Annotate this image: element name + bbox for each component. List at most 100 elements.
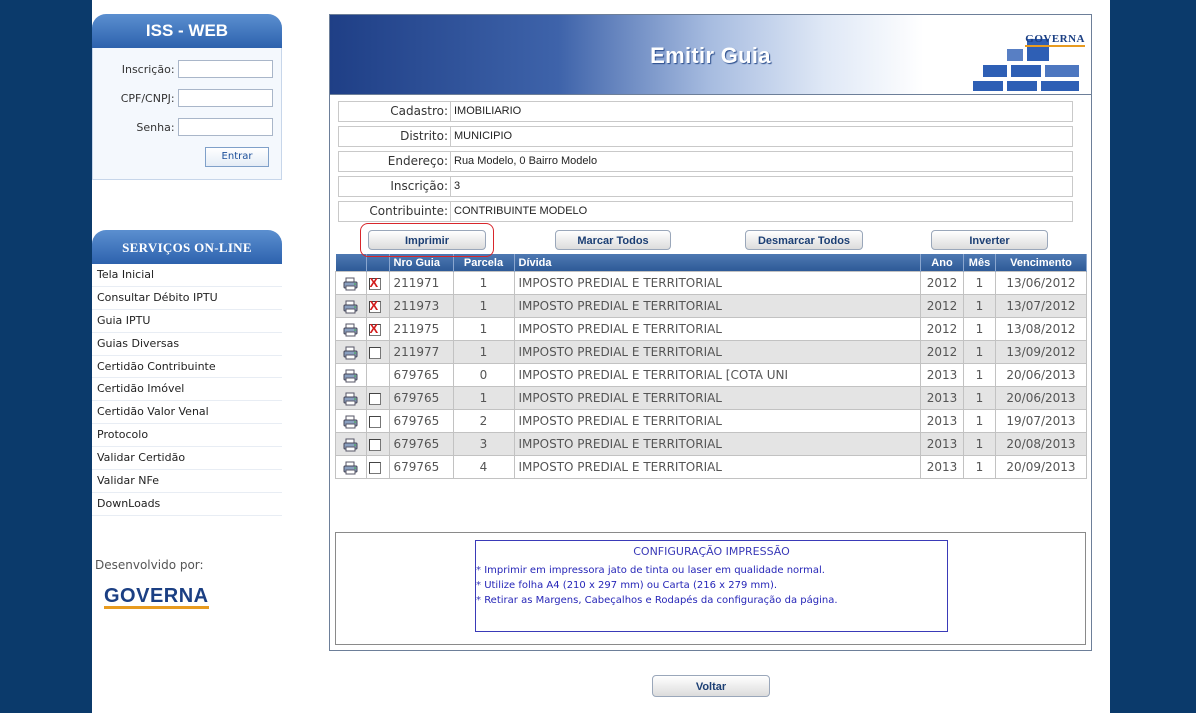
sidebar-item[interactable]: Guia IPTU	[92, 310, 282, 333]
config-title: CONFIGURAÇÃO IMPRESSÃO	[633, 545, 790, 558]
table-row: 679765 3 IMPOSTO PREDIAL E TERRITORIAL 2013…	[335, 432, 1087, 456]
contribuinte-value: CONTRIBUINTE MODELO	[451, 201, 1073, 222]
distrito-label: Distrito:	[338, 126, 451, 147]
col-vencimento: Vencimento	[995, 254, 1087, 272]
governa-logo: GOVERNA	[104, 584, 209, 609]
cadastro-value: IMOBILIARIO	[451, 101, 1073, 122]
config-box: CONFIGURAÇÃO IMPRESSÃO * Imprimir em imp…	[475, 540, 948, 632]
row-checkbox[interactable]	[368, 298, 381, 313]
col-mes: Mês	[963, 254, 996, 272]
row-checkbox[interactable]	[368, 346, 381, 359]
cell-mes: 1	[963, 294, 996, 318]
cell-vencimento: 13/08/2012	[995, 317, 1087, 341]
cell-vencimento: 20/06/2013	[995, 363, 1087, 387]
config-line: * Utilize folha A4 (210 x 297 mm) ou Car…	[476, 580, 778, 591]
cell-divida: IMPOSTO PREDIAL E TERRITORIAL	[513, 455, 921, 479]
print-icon[interactable]	[343, 392, 358, 407]
cell-vencimento: 20/08/2013	[995, 432, 1087, 456]
sidebar-item[interactable]: Tela Inicial	[92, 264, 282, 287]
cell-nro-guia: 211977	[388, 340, 454, 364]
row-checkbox[interactable]	[368, 392, 381, 405]
cadastro-label: Cadastro:	[338, 101, 451, 122]
row-checkbox[interactable]	[368, 415, 381, 428]
row-checkbox[interactable]	[368, 461, 381, 474]
sidebar-item[interactable]: Certidão Contribuinte	[92, 356, 282, 379]
print-icon[interactable]	[343, 369, 358, 384]
cell-vencimento: 13/09/2012	[995, 340, 1087, 364]
entrar-button[interactable]: Entrar	[205, 147, 269, 167]
config-line: * Retirar as Margens, Cabeçalhos e Rodap…	[476, 595, 838, 606]
header-logo: GOVERNA	[1025, 33, 1085, 47]
imprimir-button[interactable]: Imprimir	[368, 230, 486, 250]
cell-parcela: 4	[452, 455, 515, 479]
sidebar-item[interactable]: Protocolo	[92, 424, 282, 448]
cell-ano: 2013	[920, 363, 964, 387]
cell-nro-guia: 211973	[388, 294, 454, 318]
print-icon[interactable]	[343, 277, 358, 292]
print-icon[interactable]	[343, 415, 358, 430]
sidebar-item[interactable]: Certidão Imóvel	[92, 378, 282, 402]
print-icon[interactable]	[343, 461, 358, 476]
cell-vencimento: 20/09/2013	[995, 455, 1087, 479]
row-checkbox[interactable]	[368, 438, 381, 451]
col-divida: Dívida	[514, 254, 921, 272]
cell-vencimento: 13/06/2012	[995, 271, 1087, 295]
cell-nro-guia: 679765	[388, 432, 454, 456]
sidebar-item[interactable]: DownLoads	[92, 493, 282, 516]
developed-by-label: Desenvolvido por:	[95, 557, 204, 572]
main-panel: Emitir Guia GOVERNA Cadastro: IMOBILIARI…	[329, 14, 1092, 651]
cell-divida: IMPOSTO PREDIAL E TERRITORIAL	[513, 340, 921, 364]
cell-ano: 2012	[920, 271, 964, 295]
table-row: 679765 2 IMPOSTO PREDIAL E TERRITORIAL 2013…	[335, 409, 1087, 433]
desmarcar-todos-button[interactable]: Desmarcar Todos	[745, 230, 863, 250]
cell-divida: IMPOSTO PREDIAL E TERRITORIAL	[513, 271, 921, 295]
marcar-todos-button[interactable]: Marcar Todos	[555, 230, 671, 250]
sidebar-item[interactable]: Validar Certidão	[92, 447, 282, 471]
cell-parcela: 1	[452, 340, 515, 364]
senha-input[interactable]	[177, 118, 273, 136]
inscricao-label: Inscrição:	[121, 62, 175, 76]
cell-ano: 2012	[920, 294, 964, 318]
guias-table: Nro Guia Parcela Dívida Ano Mês Vencimen…	[335, 254, 1087, 479]
table-row: 679765 1 IMPOSTO PREDIAL E TERRITORIAL 2013…	[335, 386, 1087, 410]
action-bar: Imprimir Marcar Todos Desmarcar Todos In…	[330, 223, 1091, 257]
services-list: Tela Inicial Consultar Débito IPTU Guia IP…	[92, 264, 282, 516]
row-checkbox[interactable]	[368, 275, 381, 290]
cell-mes: 1	[963, 409, 996, 433]
cell-vencimento: 20/06/2013	[995, 386, 1087, 410]
cell-divida: IMPOSTO PREDIAL E TERRITORIAL	[513, 317, 921, 341]
table-row: 2119751IMPOSTO PREDIAL E TERRITORIAL2012…	[335, 317, 1087, 341]
cell-divida: IMPOSTO PREDIAL E TERRITORIAL	[513, 386, 921, 410]
config-line: * Imprimir em impressora jato de tinta o…	[476, 565, 825, 576]
cell-divida: IMPOSTO PREDIAL E TERRITORIAL	[513, 409, 921, 433]
sidebar-item[interactable]: Guias Diversas	[92, 333, 282, 356]
print-icon[interactable]	[343, 346, 358, 361]
sidebar-item[interactable]: Certidão Valor Venal	[92, 401, 282, 425]
cell-divida: IMPOSTO PREDIAL E TERRITORIAL	[513, 294, 921, 318]
cpf-cnpj-input[interactable]	[177, 89, 273, 107]
cell-parcela: 1	[452, 386, 515, 410]
print-icon[interactable]	[343, 438, 358, 453]
table-row: 679765 0 IMPOSTO PREDIAL E TERRITORIAL [CO…	[335, 363, 1087, 387]
cell-ano: 2013	[920, 409, 964, 433]
page-banner: Emitir Guia GOVERNA	[330, 15, 1091, 95]
voltar-button[interactable]: Voltar	[652, 675, 770, 697]
cell-vencimento: 19/07/2013	[995, 409, 1087, 433]
table-row: 211977 1 IMPOSTO PREDIAL E TERRITORIAL 2012…	[335, 340, 1087, 364]
row-checkbox[interactable]	[368, 321, 381, 336]
cpf-cnpj-label: CPF/CNPJ:	[120, 91, 175, 105]
cell-mes: 1	[963, 386, 996, 410]
inscricao-label: Inscrição:	[338, 176, 451, 197]
print-icon[interactable]	[343, 300, 358, 315]
cell-vencimento: 13/07/2012	[995, 294, 1087, 318]
print-icon[interactable]	[343, 323, 358, 338]
contributor-info: Cadastro: IMOBILIARIO Distrito: MUNICIPI…	[330, 95, 1091, 222]
sidebar-item[interactable]: Consultar Débito IPTU	[92, 287, 282, 310]
inverter-button[interactable]: Inverter	[931, 230, 1048, 250]
inscricao-input[interactable]	[177, 60, 273, 78]
sidebar-item[interactable]: Validar NFe	[92, 470, 282, 493]
sidebar-title: ISS - WEB	[92, 14, 282, 48]
cell-parcela: 1	[452, 271, 515, 295]
cell-ano: 2013	[920, 386, 964, 410]
inscricao-value: 3	[451, 176, 1073, 197]
